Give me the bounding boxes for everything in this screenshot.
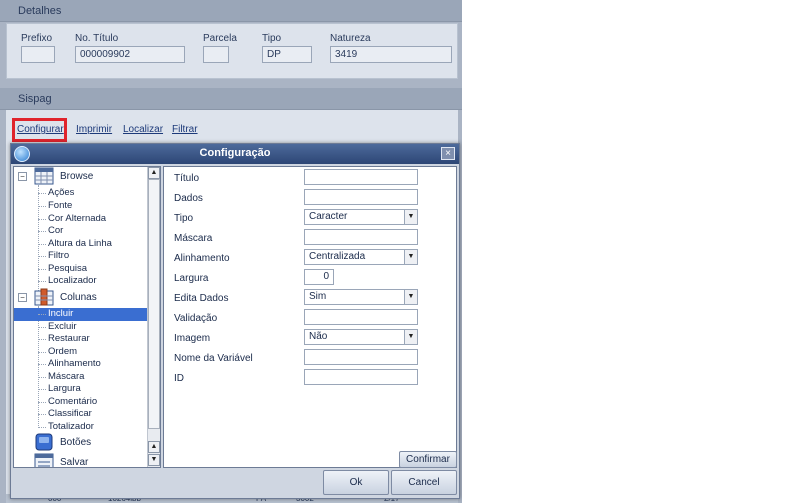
mascara-input[interactable]: [304, 229, 418, 245]
chevron-down-icon[interactable]: ▼: [404, 210, 417, 224]
imagem-label: Imagem: [174, 333, 211, 344]
edita-dados-value: Sim: [309, 291, 327, 302]
tree-item-restaurar[interactable]: Restaurar: [38, 333, 90, 346]
parcela-label: Parcela: [203, 33, 237, 44]
edita-dados-select[interactable]: Sim ▼: [304, 289, 418, 305]
save-icon: [34, 453, 54, 467]
dialog-title-bar[interactable]: Configuração ×: [11, 144, 459, 164]
prefixo-label: Prefixo: [21, 33, 53, 44]
application-window: Detalhes Prefixo No. Título 000009902 Pa…: [0, 0, 462, 503]
nome-variavel-input[interactable]: [304, 349, 418, 365]
detalhes-header: Detalhes: [0, 0, 462, 22]
tree-item-incluir[interactable]: Incluir: [14, 308, 148, 321]
validacao-label: Validação: [174, 313, 218, 324]
scroll-down-arrow-icon[interactable]: ▼: [148, 454, 160, 466]
tree-item-cor[interactable]: Cor: [37, 225, 63, 238]
tree-item-alinhamento[interactable]: Alinhamento: [38, 358, 101, 371]
titulo-label: Título: [174, 173, 200, 184]
tree-item-fonte[interactable]: Fonte: [37, 200, 72, 213]
confirmar-button[interactable]: Confirmar: [399, 451, 457, 468]
edita-dados-label: Edita Dados: [174, 293, 229, 304]
column-config-form: Título Dados Tipo Caracter ▼ Máscara Ali…: [163, 166, 457, 468]
sispag-title: Sispag: [18, 93, 52, 105]
tree-group-label: Salvar: [60, 457, 89, 468]
ok-button[interactable]: Ok: [323, 470, 389, 495]
alinhamento-select[interactable]: Centralizada ▼: [304, 249, 418, 265]
tree-group-label: Colunas: [60, 292, 97, 303]
tree-guide-line: [38, 306, 39, 426]
dados-label: Dados: [174, 193, 203, 204]
parcela-field[interactable]: [203, 46, 229, 63]
alinhamento-label: Alinhamento: [174, 253, 230, 264]
tree-item-largura[interactable]: Largura: [38, 383, 81, 396]
tipo-label: Tipo: [262, 33, 282, 44]
tree-item-localizador[interactable]: Localizador: [38, 275, 97, 288]
scroll-up-arrow-icon[interactable]: ▲: [148, 441, 160, 453]
configuracao-dialog: Configuração × − Browse Ações Fonte Cor …: [10, 143, 460, 499]
sispag-header: Sispag: [0, 88, 462, 110]
tipo-label: Tipo: [174, 213, 194, 224]
natureza-field[interactable]: 3419: [330, 46, 452, 63]
columns-icon: [34, 288, 54, 306]
validacao-input[interactable]: [304, 309, 418, 325]
detalhes-title: Detalhes: [18, 5, 62, 17]
chevron-down-icon[interactable]: ▼: [404, 290, 417, 304]
imagem-value: Não: [309, 331, 328, 342]
localizar-link[interactable]: Localizar: [123, 124, 163, 135]
alinhamento-value: Centralizada: [309, 251, 366, 262]
tipo-select[interactable]: Caracter ▼: [304, 209, 418, 225]
chevron-down-icon[interactable]: ▼: [404, 250, 417, 264]
natureza-label: Natureza: [330, 33, 371, 44]
tree-item-acoes[interactable]: Ações: [37, 187, 74, 200]
largura-label: Largura: [174, 273, 209, 284]
cancel-button[interactable]: Cancel: [391, 470, 457, 495]
collapse-icon[interactable]: −: [18, 293, 27, 302]
config-tree: − Browse Ações Fonte Cor Alternada Cor A…: [13, 166, 161, 468]
no-titulo-label: No. Título: [75, 33, 119, 44]
mascara-label: Máscara: [174, 233, 213, 244]
tree-group-label: Botões: [60, 437, 92, 448]
no-titulo-field[interactable]: 000009902: [75, 46, 185, 63]
tree-item-classificar[interactable]: Classificar: [38, 408, 92, 421]
titulo-input[interactable]: [304, 169, 418, 185]
tree-scrollbar[interactable]: ▲ ▲ ▼: [147, 167, 160, 467]
scroll-thumb[interactable]: [148, 179, 160, 429]
tree-group-label: Browse: [60, 171, 94, 182]
id-label: ID: [174, 373, 184, 384]
tipo-field[interactable]: DP: [262, 46, 312, 63]
id-input[interactable]: [304, 369, 418, 385]
close-button[interactable]: ×: [441, 147, 455, 160]
dados-input[interactable]: [304, 189, 418, 205]
chevron-down-icon[interactable]: ▼: [404, 330, 417, 344]
imagem-select[interactable]: Não ▼: [304, 329, 418, 345]
imprimir-link[interactable]: Imprimir: [76, 124, 112, 135]
buttons-icon: [35, 433, 53, 451]
configurar-highlight-box: [12, 118, 67, 142]
dialog-title: Configuração: [199, 147, 271, 159]
tree-item-filtro[interactable]: Filtro: [37, 250, 69, 263]
collapse-icon[interactable]: −: [18, 172, 27, 181]
nome-variavel-label: Nome da Variável: [174, 353, 253, 364]
largura-input[interactable]: 0: [304, 269, 334, 285]
tipo-value: Caracter: [309, 211, 348, 222]
tree-item-totalizador[interactable]: Totalizador: [38, 421, 94, 434]
scroll-up-arrow-icon[interactable]: ▲: [148, 167, 160, 179]
filtrar-link[interactable]: Filtrar: [172, 124, 198, 135]
prefixo-field[interactable]: [21, 46, 55, 63]
grid-table-icon: [34, 167, 54, 185]
detalhes-panel: Prefixo No. Título 000009902 Parcela Tip…: [6, 23, 458, 79]
